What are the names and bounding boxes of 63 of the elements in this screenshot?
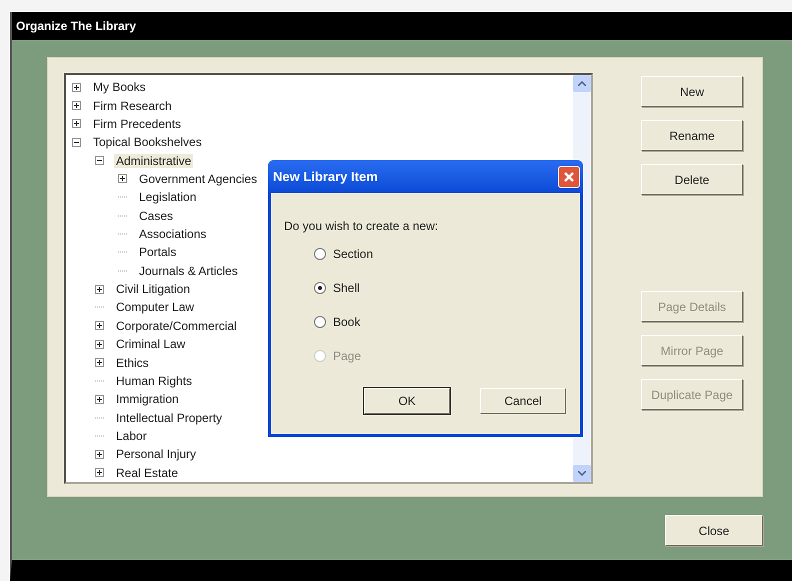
scroll-down-icon[interactable] [573,465,591,482]
dialog-title: New Library Item [273,169,378,184]
tree-item[interactable]: Labor [114,429,149,443]
collapse-icon[interactable] [72,138,81,147]
tree-item[interactable]: Portals [137,245,178,260]
tree-item[interactable]: Firm Precedents [91,116,184,131]
side-button[interactable]: New [641,76,743,107]
tree-line [95,306,104,308]
expand-icon[interactable] [95,284,104,294]
tree-item[interactable]: Human Rights [114,374,194,388]
tree-item[interactable]: Corporate/Commercial [114,318,239,333]
tree-line [118,233,127,236]
tree-item[interactable]: Topical Bookshelves [91,135,204,150]
tree-item[interactable]: Firm Research [91,98,174,113]
tree-item[interactable]: Legislation [137,190,198,204]
tree-line [118,251,127,254]
radio-button[interactable] [314,282,326,294]
side-button[interactable]: Delete [641,164,743,195]
collapse-icon[interactable] [95,156,104,166]
expand-icon[interactable] [72,119,81,128]
scroll-up-icon[interactable] [573,75,591,92]
tree-item[interactable]: My Books [91,80,148,94]
expand-icon[interactable] [95,340,104,349]
tree-item[interactable]: Ethics [114,356,151,370]
tree-item[interactable]: Government Agencies [137,172,260,186]
radio-button[interactable] [314,316,326,328]
expand-icon[interactable] [95,394,104,404]
tree-line [95,416,104,419]
tree-item[interactable]: Real Estate [114,466,180,480]
tree-item[interactable]: Intellectual Property [114,410,224,425]
expand-icon[interactable] [72,101,81,110]
tree-item[interactable]: Computer Law [114,300,196,314]
tree-line [118,270,127,272]
expand-icon[interactable] [95,358,104,368]
radio-button[interactable] [314,248,326,260]
tree-item[interactable]: Immigration [114,392,181,406]
tree-item[interactable]: Civil Litigation [114,282,192,296]
side-button[interactable]: Rename [641,120,743,151]
tree-line [95,380,104,382]
expand-icon[interactable] [95,468,104,478]
dialog-button[interactable]: OK [364,388,450,414]
radio-label: Book [333,315,360,329]
tree-line [118,214,127,217]
tree-line [118,196,127,198]
radio-label: Page [333,349,362,363]
expand-icon[interactable] [118,174,127,184]
expand-icon[interactable] [95,321,104,330]
tree-item[interactable]: Cases [137,208,176,223]
expand-icon[interactable] [72,82,81,92]
radio-label: Shell [333,281,360,295]
window-title: Organize The Library [16,19,136,33]
tree-item[interactable]: Administrative [114,154,194,168]
expand-icon[interactable] [95,450,104,459]
radio-label: Section [333,247,374,261]
tree-item[interactable]: Personal Injury [114,447,198,462]
dialog-prompt: Do you wish to create a new: [284,219,440,233]
tree-item[interactable]: Criminal Law [114,337,188,352]
tree-line [95,435,104,437]
close-icon[interactable] [558,166,580,188]
tree-item[interactable]: Associations [137,227,208,242]
tree-item[interactable]: Journals & Articles [137,264,240,278]
dialog-button[interactable]: Cancel [480,388,566,414]
close-button[interactable]: Close [665,515,763,546]
